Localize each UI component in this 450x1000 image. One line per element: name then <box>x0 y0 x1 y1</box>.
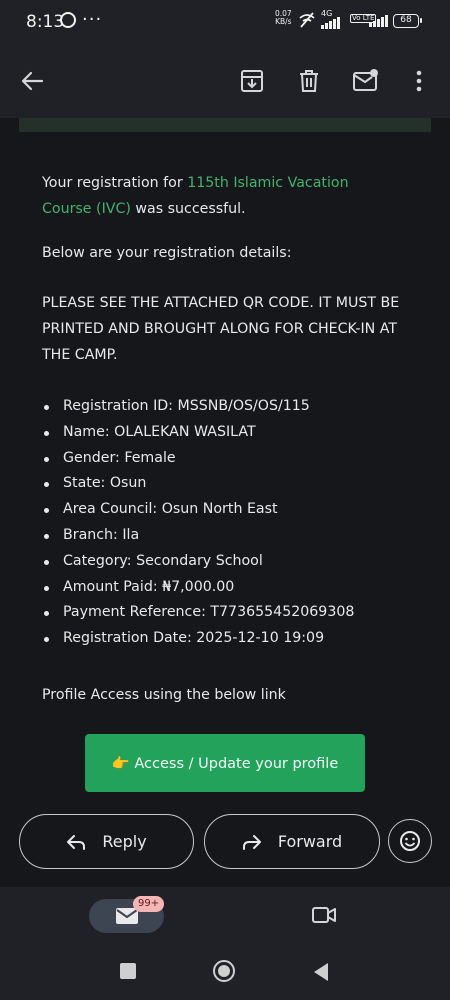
network-speed-unit: KB/s <box>275 17 292 26</box>
more-notifications-icon: ··· <box>82 9 103 30</box>
qr-notice: PLEASE SEE THE ATTACHED QR CODE. IT MUST… <box>42 295 400 363</box>
signal-icon <box>321 17 340 29</box>
list-item: State: Osun <box>42 471 402 497</box>
app-bar <box>0 44 450 118</box>
unread-count-badge: 99+ <box>133 896 165 912</box>
forward-label: Forward <box>277 832 343 851</box>
list-item: Category: Secondary School <box>42 549 402 575</box>
list-item: Registration Date: 2025-12-10 19:09 <box>42 626 402 652</box>
intro-suffix: was successful. <box>130 201 246 217</box>
reply-label: Reply <box>102 832 147 851</box>
list-item: Branch: Ila <box>42 523 402 549</box>
emoji-icon <box>400 831 420 851</box>
more-options-icon[interactable] <box>415 70 423 92</box>
list-item: Area Council: Osun North East <box>42 497 402 523</box>
intro-prefix: Your registration for <box>42 175 188 191</box>
reply-icon <box>67 834 86 850</box>
archive-icon[interactable] <box>240 69 264 93</box>
registration-intro: Your registration for 115th Islamic Vaca… <box>42 170 402 222</box>
signal-icon-2 <box>369 15 388 27</box>
battery-icon: 68 <box>393 14 422 28</box>
back-arrow-icon[interactable] <box>20 70 44 92</box>
list-item: Payment Reference: T773655452069308 <box>42 600 402 626</box>
email-body: Your registration for 115th Islamic Vaca… <box>42 170 402 726</box>
status-time: 8:13 <box>26 12 65 32</box>
list-item: Gender: Female <box>42 446 402 472</box>
back-button[interactable] <box>312 962 330 982</box>
forward-icon <box>242 834 261 850</box>
recent-apps-button[interactable] <box>120 963 136 979</box>
nav-meet-tab[interactable] <box>312 906 336 924</box>
list-item: Amount Paid: ₦7,000.00 <box>42 575 402 601</box>
registration-details-list: Registration ID: MSSNB/OS/OS/115 Name: O… <box>42 394 402 652</box>
wifi-off-icon <box>299 12 315 28</box>
mark-unread-icon[interactable] <box>352 67 380 93</box>
list-item: Name: OLALEKAN WASILAT <box>42 420 402 446</box>
home-button[interactable] <box>213 960 235 982</box>
profile-access-text: Profile Access using the below link <box>42 686 286 703</box>
access-profile-button[interactable]: 👉 Access / Update your profile <box>85 734 365 792</box>
react-emoji-button[interactable] <box>388 819 432 863</box>
bottom-navigation <box>0 887 450 1000</box>
forward-button[interactable]: Forward <box>204 814 380 869</box>
list-item: Registration ID: MSSNB/OS/OS/115 <box>42 394 402 420</box>
details-intro: Below are your registration details: <box>42 245 292 261</box>
whatsapp-icon <box>60 12 76 28</box>
delete-icon[interactable] <box>298 69 320 93</box>
network-speed: 0.07 KB/s <box>275 10 292 26</box>
reply-button[interactable]: Reply <box>19 814 194 869</box>
email-header-card <box>19 118 431 132</box>
status-bar: 8:13 ··· 0.07 KB/s 4G Vo LTE 68 <box>0 0 450 44</box>
